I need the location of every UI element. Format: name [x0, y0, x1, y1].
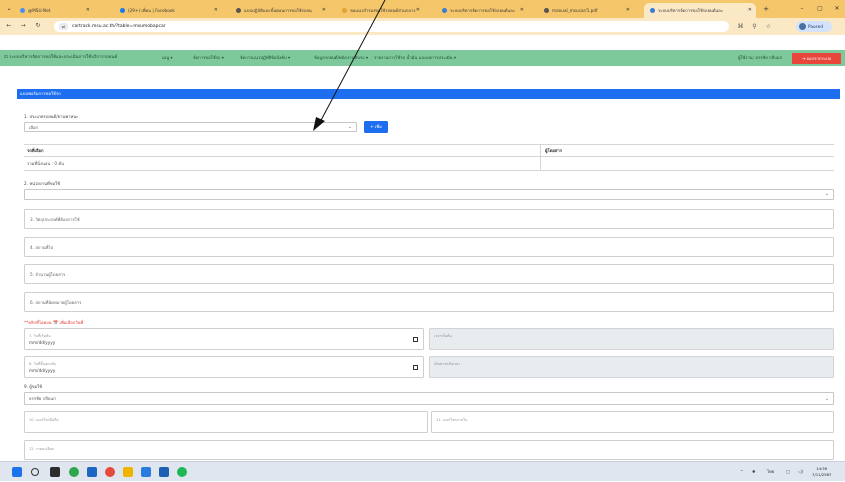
language-indicator[interactable]: ไทย — [767, 462, 774, 482]
app-icon[interactable] — [141, 467, 151, 477]
task-view-icon[interactable] — [50, 467, 60, 477]
clock-date: 7/11/2567 — [812, 472, 832, 477]
start-icon[interactable] — [12, 467, 22, 477]
folder-icon[interactable] — [123, 467, 133, 477]
annotation-arrow — [313, 0, 386, 131]
volume-icon[interactable]: ◁) — [798, 462, 803, 482]
tray-app-icon[interactable]: ✸ — [752, 462, 756, 482]
line-icon[interactable] — [177, 467, 187, 477]
search-icon[interactable] — [31, 468, 39, 476]
network-icon[interactable]: ▢ — [786, 462, 790, 482]
edge-icon[interactable] — [69, 467, 79, 477]
store-icon[interactable] — [87, 467, 97, 477]
tray-chevron-icon[interactable]: ⌃ — [740, 462, 744, 482]
taskbar: ⌃ ✸ ไทย ▢ ◁) 14:59 7/11/2567 — [0, 461, 845, 481]
clock[interactable]: 14:59 7/11/2567 — [812, 466, 831, 478]
app2-icon[interactable] — [159, 467, 169, 477]
chrome-icon[interactable] — [105, 467, 115, 477]
